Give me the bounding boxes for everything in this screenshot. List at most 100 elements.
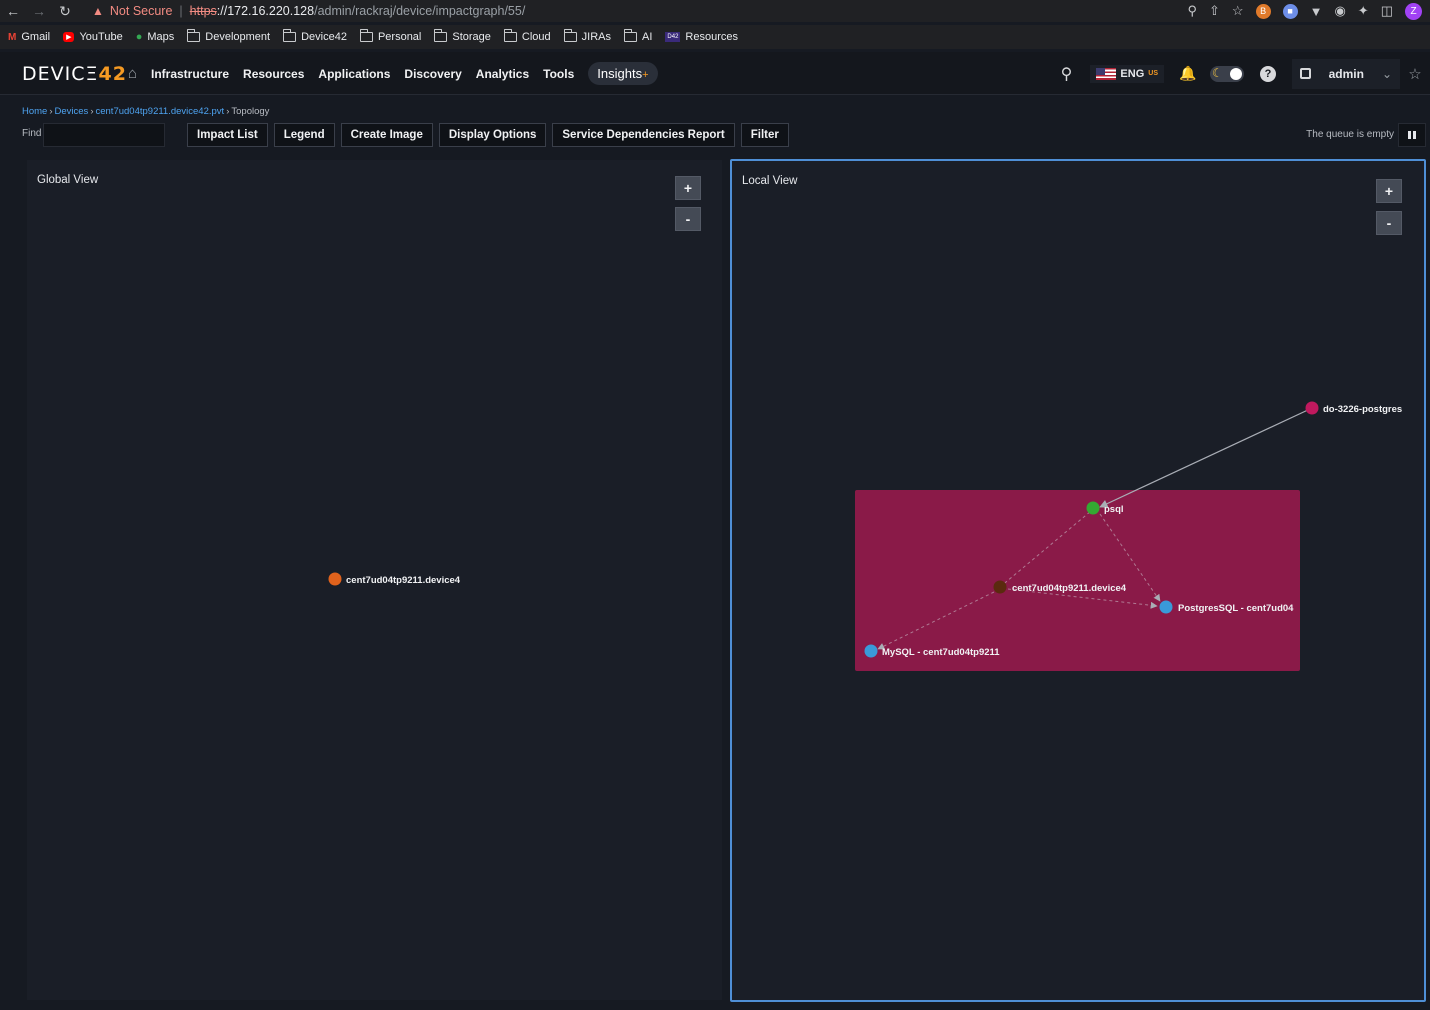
- nav-tools[interactable]: Tools: [543, 67, 574, 81]
- search-icon[interactable]: ⚲: [1050, 64, 1082, 84]
- folder-icon: [563, 29, 577, 42]
- local-node-postgressql[interactable]: [1159, 600, 1173, 614]
- folder-icon: [359, 29, 373, 42]
- d42-favicon-icon: D42: [665, 32, 681, 42]
- bookmarks-bar: M Gmail ▶ YouTube ● Maps Development Device…: [0, 25, 1430, 49]
- local-node-device[interactable]: [993, 580, 1007, 594]
- topology-toolbar: Impact List Legend Create Image Display …: [187, 123, 789, 147]
- extension-brave-icon[interactable]: B: [1255, 3, 1271, 19]
- bookmark-device42[interactable]: Device42: [283, 29, 347, 43]
- global-zoom-out-button[interactable]: -: [675, 207, 701, 231]
- nav-resources[interactable]: Resources: [243, 67, 304, 81]
- local-node-do-3226-postgres-label: do-3226-postgres: [1323, 404, 1402, 415]
- local-view-panel[interactable]: Local View + - do-3226-postgres psql cen…: [730, 159, 1426, 1002]
- bookmark-storage[interactable]: Storage: [434, 29, 491, 43]
- local-graph: do-3226-postgres psql cent7ud04tp9211.de…: [855, 401, 1402, 671]
- bookmark-resources[interactable]: D42 Resources: [665, 31, 738, 43]
- global-zoom-in-button[interactable]: +: [675, 176, 701, 200]
- zoom-icon[interactable]: ⚲: [1187, 3, 1197, 19]
- chevron-down-icon: ⌄: [1381, 66, 1392, 81]
- bookmark-youtube[interactable]: ▶ YouTube: [63, 31, 123, 43]
- bookmark-maps[interactable]: ● Maps: [136, 31, 175, 43]
- folder-icon: [503, 29, 517, 42]
- global-view-title: Global View: [37, 174, 99, 186]
- extensions-puzzle-icon[interactable]: ✦: [1358, 3, 1369, 19]
- back-arrow-icon[interactable]: ←: [0, 0, 26, 22]
- browser-actions: ⚲ ⇧ ☆ B ■ ▼ ◉ ✦ ◫ Z: [1187, 1, 1422, 21]
- bookmark-cloud[interactable]: Cloud: [503, 29, 551, 43]
- url-separator: |: [179, 4, 183, 18]
- reload-icon[interactable]: ↻: [52, 0, 78, 22]
- bell-icon[interactable]: 🔔: [1172, 65, 1204, 82]
- impact-list-button[interactable]: Impact List: [187, 123, 268, 147]
- nav-analytics[interactable]: Analytics: [476, 67, 529, 81]
- address-bar[interactable]: ▲ Not Secure | https ://172.16.220.128 /…: [86, 1, 1146, 21]
- sidebar-toggle-icon[interactable]: ◫: [1381, 3, 1393, 19]
- bookmark-development[interactable]: Development: [187, 29, 270, 43]
- bookmark-jiras[interactable]: JIRAs: [563, 29, 611, 43]
- device42-logo[interactable]: DEVICΞ42: [22, 63, 127, 85]
- theme-toggle[interactable]: ☾: [1210, 65, 1244, 82]
- folder-icon: [434, 29, 448, 42]
- bookmark-gmail[interactable]: M Gmail: [8, 31, 50, 43]
- local-node-psql-label: psql: [1104, 504, 1124, 515]
- share-icon[interactable]: ⇧: [1209, 3, 1220, 19]
- extension-camera-icon[interactable]: ◉: [1334, 3, 1345, 19]
- youtube-icon: ▶: [63, 32, 75, 42]
- filter-button[interactable]: Filter: [740, 123, 789, 147]
- breadcrumb-device[interactable]: cent7ud04tp9211.device42.pvt: [95, 106, 224, 117]
- briefcase-icon: [1300, 68, 1311, 79]
- service-dependencies-report-button[interactable]: Service Dependencies Report: [552, 123, 735, 147]
- local-node-mysql[interactable]: [864, 644, 878, 658]
- find-input[interactable]: [43, 123, 165, 147]
- global-node-device[interactable]: [328, 572, 342, 586]
- local-node-psql[interactable]: [1086, 501, 1100, 515]
- queue-status: The queue is empty: [1306, 129, 1394, 140]
- language-selector[interactable]: ENG US: [1090, 64, 1164, 83]
- pause-button[interactable]: [1398, 123, 1426, 147]
- pause-icon: [1408, 131, 1411, 139]
- find-label: Find: [22, 128, 42, 139]
- profile-avatar[interactable]: Z: [1405, 2, 1422, 20]
- not-secure-label: Not Secure: [109, 4, 173, 18]
- local-node-do-3226-postgres[interactable]: [1305, 401, 1319, 415]
- display-options-button[interactable]: Display Options: [438, 123, 547, 147]
- global-node-device-label: cent7ud04tp9211.device4: [346, 575, 461, 586]
- username: admin: [1328, 66, 1364, 81]
- local-group-box[interactable]: [855, 490, 1300, 671]
- breadcrumb-home[interactable]: Home: [22, 106, 47, 117]
- local-node-device-label: cent7ud04tp9211.device4: [1012, 583, 1127, 594]
- nav-infrastructure[interactable]: Infrastructure: [151, 67, 229, 81]
- extension-screen-icon[interactable]: ■: [1282, 3, 1298, 19]
- legend-button[interactable]: Legend: [273, 123, 335, 147]
- app-header: DEVICΞ42 ⌂ Infrastructure Resources Appl…: [0, 52, 1430, 95]
- url-path: /admin/rackraj/device/impactgraph/55/: [314, 4, 526, 18]
- url-scheme: https: [189, 4, 217, 18]
- toggle-knob: [1230, 67, 1242, 80]
- breadcrumb-devices[interactable]: Devices: [55, 106, 89, 117]
- bookmark-star-icon[interactable]: ☆: [1232, 3, 1244, 19]
- extension-cast-icon[interactable]: ▼: [1310, 4, 1323, 19]
- nav-insights[interactable]: Insights+: [588, 62, 658, 85]
- create-image-button[interactable]: Create Image: [340, 123, 433, 147]
- main-nav: Infrastructure Resources Applications Di…: [151, 52, 658, 95]
- global-graph: cent7ud04tp9211.device4: [328, 572, 461, 586]
- nav-applications[interactable]: Applications: [318, 67, 390, 81]
- bookmark-personal[interactable]: Personal: [359, 29, 421, 43]
- home-icon[interactable]: ⌂: [128, 65, 137, 82]
- nav-discovery[interactable]: Discovery: [404, 67, 461, 81]
- maps-pin-icon: ●: [135, 31, 143, 43]
- forward-arrow-icon[interactable]: →: [26, 0, 52, 22]
- warning-triangle-icon: ▲: [92, 4, 104, 18]
- local-node-mysql-label: MySQL - cent7ud04tp9211: [882, 647, 1000, 658]
- url-host: ://172.16.220.128: [216, 4, 315, 18]
- bookmark-ai[interactable]: AI: [624, 29, 652, 43]
- moon-icon: ☾: [1212, 65, 1223, 80]
- local-node-postgressql-label: PostgresSQL - cent7ud04: [1178, 603, 1294, 614]
- breadcrumb-current: Topology: [231, 106, 270, 117]
- user-menu[interactable]: admin ⌄: [1292, 58, 1400, 89]
- help-icon[interactable]: ?: [1260, 65, 1276, 82]
- favorite-star-icon[interactable]: ☆: [1400, 65, 1430, 83]
- global-view-panel[interactable]: Global View + - cent7ud04tp9211.device4: [27, 160, 722, 1000]
- us-flag-icon: [1096, 67, 1117, 80]
